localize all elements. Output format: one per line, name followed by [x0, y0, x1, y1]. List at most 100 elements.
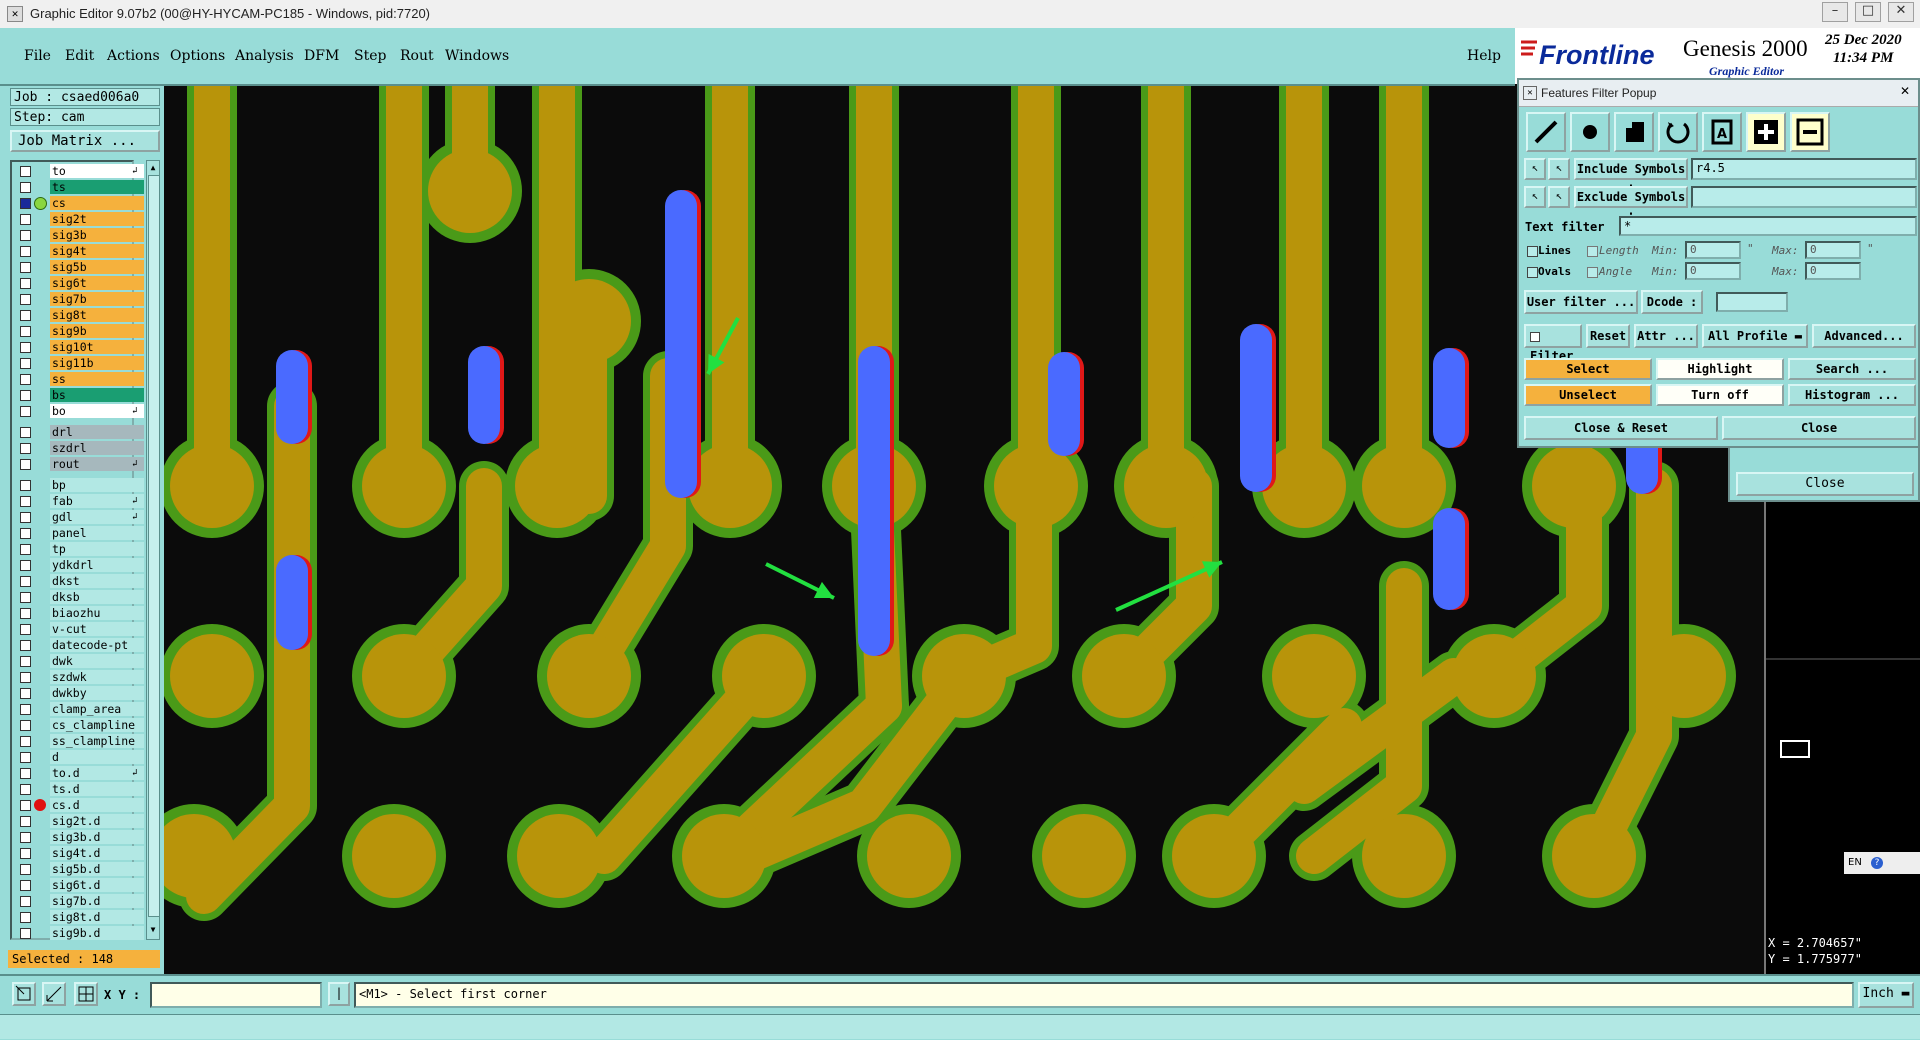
layer-row[interactable]: cs.d [14, 798, 144, 813]
profile-dropdown[interactable]: All Profile ▬ [1702, 324, 1808, 348]
layer-checkbox[interactable] [20, 246, 31, 257]
layer-checkbox[interactable] [20, 912, 31, 923]
layer-checkbox[interactable] [20, 230, 31, 241]
layer-row[interactable]: dksb [14, 590, 144, 605]
user-filter-button[interactable]: User filter ... [1524, 290, 1638, 314]
layer-checkbox[interactable] [20, 800, 31, 811]
histogram-button[interactable]: Histogram ... [1788, 384, 1916, 406]
scroll-down-icon[interactable]: ▼ [148, 925, 158, 935]
grid-icon[interactable] [74, 982, 98, 1006]
layer-row[interactable]: v-cut [14, 622, 144, 637]
advanced-button[interactable]: Advanced... [1812, 324, 1916, 348]
dcode-field[interactable] [1716, 292, 1788, 312]
layer-checkbox[interactable] [20, 928, 31, 939]
search-button[interactable]: Search ... [1788, 358, 1916, 380]
layer-checkbox[interactable] [20, 688, 31, 699]
layer-checkbox[interactable] [20, 374, 31, 385]
measure-icon[interactable] [42, 982, 66, 1006]
layer-checkbox[interactable] [20, 198, 31, 209]
layer-row[interactable]: bs [14, 388, 144, 403]
layer-checkbox[interactable] [20, 166, 31, 177]
filter-checkbox[interactable] [1530, 331, 1540, 342]
layer-row[interactable]: sig9b.d [14, 926, 144, 941]
surface-tool-icon[interactable] [1614, 112, 1654, 152]
layer-checkbox[interactable] [20, 480, 31, 491]
layer-row[interactable]: ydkdrl [14, 558, 144, 573]
layer-checkbox[interactable] [20, 528, 31, 539]
menu-analysis[interactable]: Analysis [235, 48, 294, 64]
menu-rout[interactable]: Rout [400, 48, 434, 64]
layer-checkbox[interactable] [20, 560, 31, 571]
layer-row[interactable]: bp [14, 478, 144, 493]
layer-checkbox[interactable] [20, 608, 31, 619]
layer-row[interactable]: clamp_area [14, 702, 144, 717]
layer-row[interactable]: fab ↲ [14, 494, 144, 509]
layer-row[interactable]: sig8t.d [14, 910, 144, 925]
positive-polarity-icon[interactable] [1746, 112, 1786, 152]
layer-checkbox[interactable] [20, 672, 31, 683]
layer-checkbox[interactable] [20, 656, 31, 667]
layer-row[interactable]: sig6t [14, 276, 144, 291]
layer-checkbox[interactable] [20, 816, 31, 827]
layer-row[interactable]: dwk [14, 654, 144, 669]
layer-row[interactable]: cs_clampline [14, 718, 144, 733]
layer-row[interactable]: ss [14, 372, 144, 387]
layer-row[interactable]: sig5b [14, 260, 144, 275]
line-tool-icon[interactable] [1526, 112, 1566, 152]
layer-checkbox[interactable] [20, 880, 31, 891]
exclude-pick-icon[interactable]: ↖ [1524, 186, 1546, 208]
layer-row[interactable]: cs [14, 196, 144, 211]
angle-checkbox[interactable] [1587, 267, 1598, 278]
close-reset-button[interactable]: Close & Reset [1524, 416, 1718, 440]
unselect-button[interactable]: Unselect [1524, 384, 1652, 406]
arc-tool-icon[interactable] [1658, 112, 1698, 152]
layer-checkbox[interactable] [20, 294, 31, 305]
layer-row[interactable]: rout ↲ [14, 457, 144, 472]
layer-row[interactable]: tp [14, 542, 144, 557]
menu-dfm[interactable]: DFM [304, 48, 339, 64]
layer-row[interactable]: ts [14, 180, 144, 195]
layer-row[interactable]: sig10t [14, 340, 144, 355]
layer-row[interactable]: sig4t.d [14, 846, 144, 861]
layer-checkbox[interactable] [20, 342, 31, 353]
layer-row[interactable]: sig5b.d [14, 862, 144, 877]
layer-checkbox[interactable] [20, 278, 31, 289]
menu-file[interactable]: File [24, 48, 51, 64]
zoom-area-icon[interactable] [12, 982, 36, 1006]
layer-checkbox[interactable] [20, 544, 31, 555]
ovals-checkbox[interactable] [1527, 267, 1538, 278]
layer-checkbox[interactable] [20, 736, 31, 747]
menu-options[interactable]: Options [170, 48, 225, 64]
layer-row[interactable]: datecode-pt [14, 638, 144, 653]
layer-checkbox[interactable] [20, 768, 31, 779]
help-icon[interactable]: ? [1871, 857, 1883, 869]
layer-row[interactable]: sig7b [14, 292, 144, 307]
cursor-icon[interactable]: | [328, 982, 350, 1006]
length-checkbox[interactable] [1587, 246, 1598, 257]
layer-checkbox[interactable] [20, 832, 31, 843]
negative-polarity-icon[interactable] [1790, 112, 1830, 152]
angle-min-field[interactable]: 0 [1685, 262, 1741, 280]
layer-checkbox[interactable] [20, 576, 31, 587]
length-min-field[interactable]: 0 [1685, 241, 1741, 259]
exclude-pick2-icon[interactable]: ↖ [1548, 186, 1570, 208]
job-matrix-button[interactable]: Job Matrix ... [10, 130, 160, 152]
layer-checkbox[interactable] [20, 640, 31, 651]
layer-row[interactable]: szdrl [14, 441, 144, 456]
layer-checkbox[interactable] [20, 784, 31, 795]
close-button[interactable]: Close [1722, 416, 1916, 440]
menu-windows[interactable]: Windows [445, 48, 509, 64]
layer-row[interactable]: sig9b [14, 324, 144, 339]
layer-checkbox[interactable] [20, 310, 31, 321]
lines-checkbox[interactable] [1527, 246, 1538, 257]
layer-row[interactable]: panel [14, 526, 144, 541]
layer-row[interactable]: sig7b.d [14, 894, 144, 909]
filter-toggle[interactable]: Filter [1524, 324, 1582, 363]
layer-row[interactable]: dwkby [14, 686, 144, 701]
layer-checkbox[interactable] [20, 848, 31, 859]
layer-checkbox[interactable] [20, 214, 31, 225]
menu-edit[interactable]: Edit [65, 48, 94, 64]
layer-row[interactable]: gdl ↲ [14, 510, 144, 525]
layer-checkbox[interactable] [20, 752, 31, 763]
layer-checkbox[interactable] [20, 358, 31, 369]
